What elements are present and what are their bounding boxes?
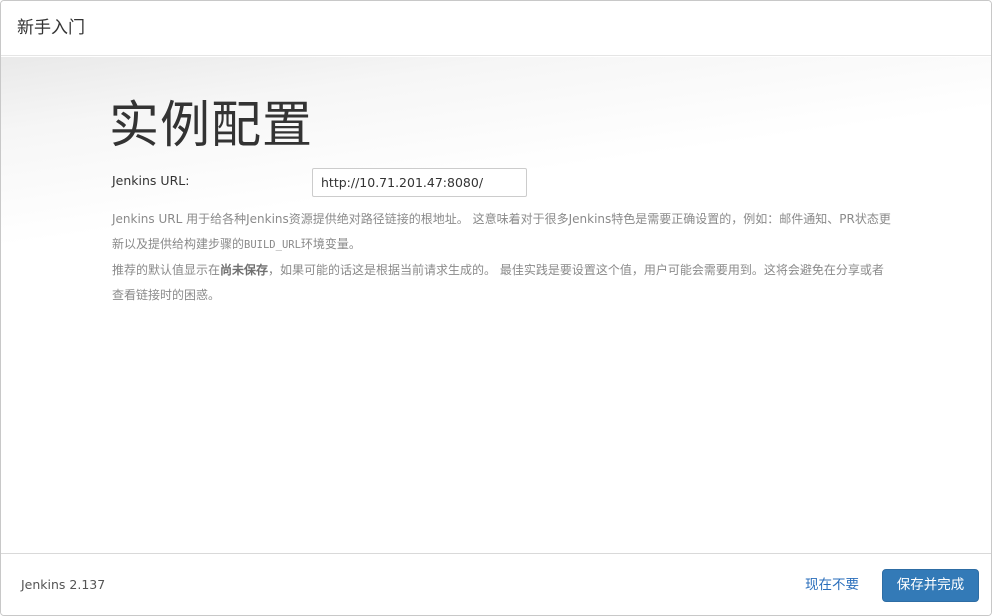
- help-line1-text: Jenkins URL 用于给各种Jenkins资源提供绝对路径链接的根地址。 …: [112, 212, 891, 251]
- page-title: 实例配置: [109, 96, 313, 154]
- help-paragraph-1: Jenkins URL 用于给各种Jenkins资源提供绝对路径链接的根地址。 …: [112, 207, 892, 258]
- dialog-body: 实例配置 Jenkins URL: Jenkins URL 用于给各种Jenki…: [1, 57, 991, 553]
- build-url-code: BUILD_URL: [244, 239, 301, 251]
- not-saved-emphasis: 尚未保存: [220, 263, 269, 277]
- dialog-title: 新手入门: [17, 18, 85, 38]
- dialog-header: 新手入门: [1, 1, 991, 56]
- help-line1-tail: 环境变量。: [300, 237, 361, 251]
- version-label: Jenkins 2.137: [21, 577, 106, 592]
- help-text: Jenkins URL 用于给各种Jenkins资源提供绝对路径链接的根地址。 …: [112, 207, 892, 308]
- dialog-footer: Jenkins 2.137 现在不要 保存并完成: [1, 553, 991, 615]
- help-paragraph-2: 推荐的默认值显示在尚未保存，如果可能的话这是根据当前请求生成的。 最佳实践是要设…: [112, 258, 892, 308]
- save-and-finish-button[interactable]: 保存并完成: [882, 569, 979, 602]
- not-now-link[interactable]: 现在不要: [805, 576, 859, 594]
- jenkins-url-input[interactable]: [312, 168, 527, 197]
- setup-wizard-dialog: 新手入门 实例配置 Jenkins URL: Jenkins URL 用于给各种…: [0, 0, 992, 616]
- help-line2-text: 推荐的默认值显示在: [112, 263, 221, 277]
- jenkins-url-label: Jenkins URL:: [112, 173, 190, 188]
